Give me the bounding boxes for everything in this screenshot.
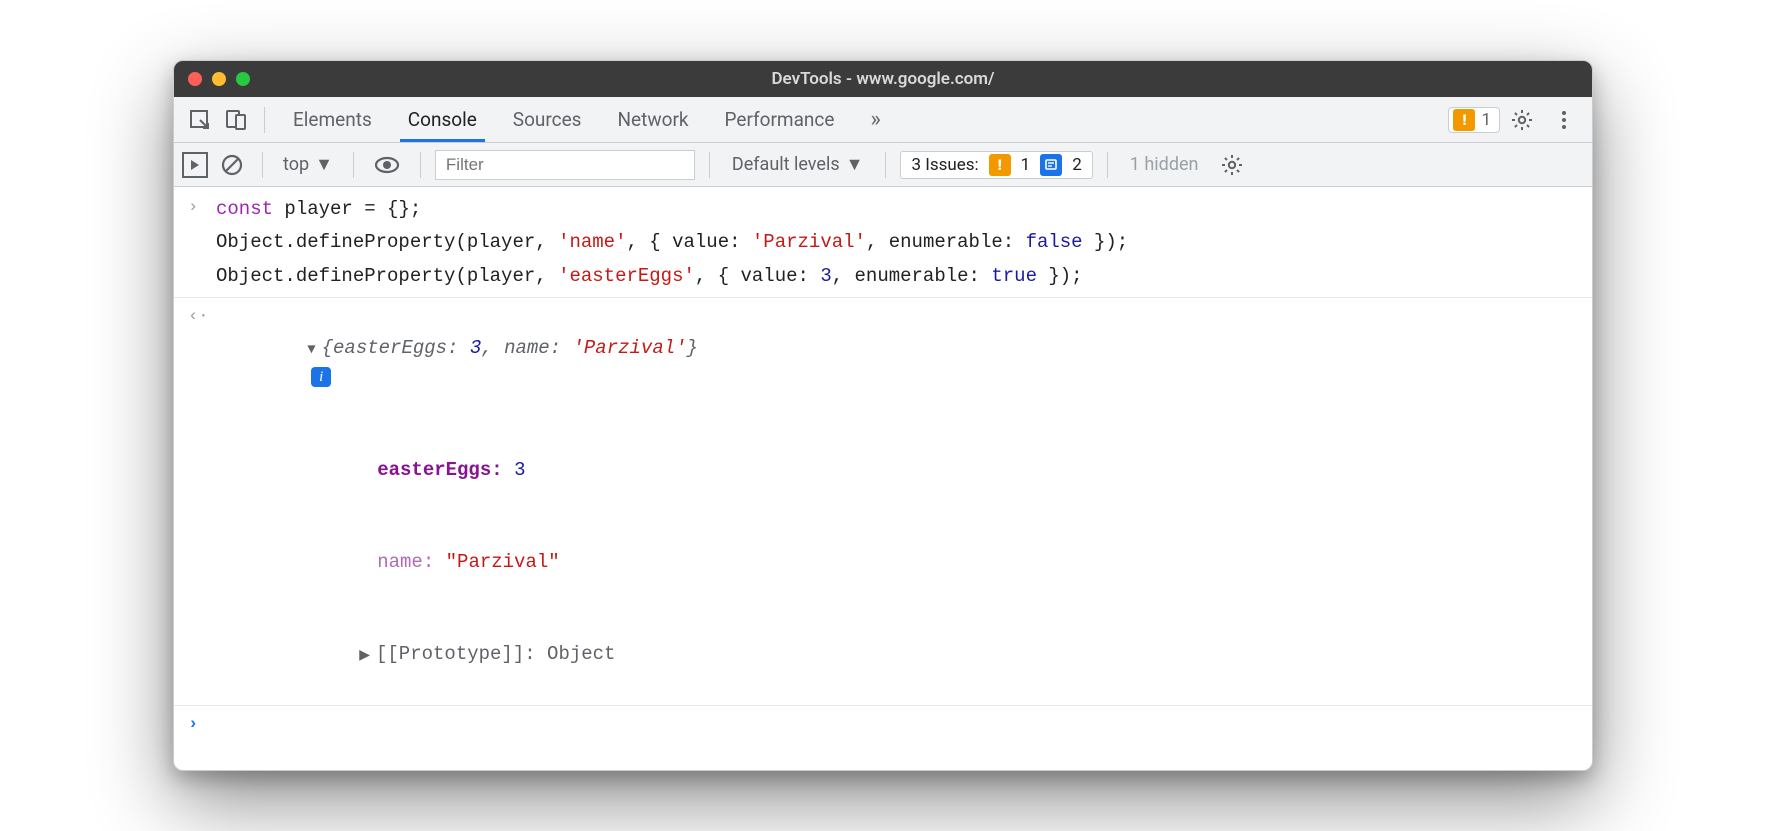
issues-warn-count: 1 — [1021, 155, 1031, 175]
device-toggle-icon[interactable] — [218, 108, 254, 132]
tabs: Elements Console Sources Network Perform… — [275, 97, 899, 142]
code-line-3: Object.defineProperty(player, 'easterEgg… — [216, 262, 1083, 291]
chevron-down-icon: ▼ — [846, 154, 864, 175]
log-levels-selector[interactable]: Default levels ▼ — [724, 154, 872, 175]
expand-triangle-icon[interactable]: ▶ — [359, 648, 370, 664]
object-property-row: name: "Parzival" — [174, 516, 1592, 608]
proto-label: [[Prototype]] — [376, 643, 524, 665]
console-toolbar: top ▼ Default levels ▼ 3 Issues: ! 1 2 1… — [174, 143, 1592, 187]
kebab-menu-icon[interactable] — [1544, 108, 1584, 132]
warning-icon: ! — [1453, 109, 1475, 131]
tab-console[interactable]: Console — [390, 97, 495, 142]
issues-info-count: 2 — [1072, 155, 1082, 175]
prop-key: name — [377, 551, 423, 573]
issues-label: 3 Issues: — [911, 155, 978, 175]
close-window-button[interactable] — [188, 72, 202, 86]
warnings-count: 1 — [1481, 110, 1491, 130]
minimize-window-button[interactable] — [212, 72, 226, 86]
info-icon — [1040, 154, 1062, 176]
console-input-row: Object.defineProperty(player, 'easterEgg… — [174, 260, 1592, 293]
main-tabbar: Elements Console Sources Network Perform… — [174, 97, 1592, 143]
collapse-triangle-icon[interactable]: ▼ — [307, 342, 315, 358]
divider — [264, 107, 265, 133]
output-indicator-icon: ‹· — [188, 304, 216, 422]
code-line-2: Object.defineProperty(player, 'name', { … — [216, 228, 1128, 257]
devtools-window: DevTools - www.google.com/ Elements Cons… — [173, 60, 1593, 771]
code-line-1: const player = {}; — [216, 195, 421, 224]
traffic-lights — [174, 72, 250, 86]
prop-value: "Parzival" — [446, 551, 560, 573]
warning-icon: ! — [989, 154, 1011, 176]
context-selector[interactable]: top ▼ — [277, 154, 339, 175]
prop-key: easterEggs — [377, 459, 491, 481]
maximize-window-button[interactable] — [236, 72, 250, 86]
settings-gear-icon[interactable] — [1500, 108, 1544, 132]
warnings-indicator[interactable]: ! 1 — [1448, 107, 1500, 133]
tab-network[interactable]: Network — [599, 97, 706, 142]
tab-performance[interactable]: Performance — [707, 97, 853, 142]
object-prototype-row[interactable]: ▶[[Prototype]]: Object — [174, 609, 1592, 701]
inspect-icon[interactable] — [182, 108, 218, 132]
tab-elements[interactable]: Elements — [275, 97, 390, 142]
object-info-icon[interactable]: i — [311, 367, 331, 387]
console-input-row: Object.defineProperty(player, 'name', { … — [174, 226, 1592, 259]
window-title: DevTools - www.google.com/ — [174, 69, 1592, 89]
console-result-row[interactable]: ‹· ▼{easterEggs: 3, name: 'Parzival'} i — [174, 297, 1592, 424]
titlebar: DevTools - www.google.com/ — [174, 61, 1592, 97]
console-input-row: › const player = {}; — [174, 193, 1592, 226]
object-property-row: easterEggs: 3 — [174, 424, 1592, 516]
proto-value: Object — [547, 643, 615, 665]
console-settings-gear-icon[interactable] — [1214, 153, 1250, 177]
filter-input[interactable] — [435, 150, 695, 180]
issues-indicator[interactable]: 3 Issues: ! 1 2 — [900, 151, 1092, 179]
live-expression-icon[interactable] — [368, 155, 406, 175]
result-preview: ▼{easterEggs: 3, name: 'Parzival'} i — [216, 304, 698, 422]
context-label: top — [283, 154, 309, 175]
chevron-down-icon: ▼ — [315, 154, 333, 175]
tabs-overflow[interactable]: » — [852, 97, 898, 142]
console-output: › const player = {}; Object.defineProper… — [174, 187, 1592, 770]
input-prompt-icon: › — [188, 712, 216, 738]
log-levels-label: Default levels — [732, 154, 840, 175]
console-prompt-row[interactable]: › — [174, 705, 1592, 740]
input-prompt-icon: › — [188, 195, 216, 224]
clear-console-icon[interactable] — [216, 153, 248, 177]
prop-value: 3 — [514, 459, 525, 481]
tab-sources[interactable]: Sources — [495, 97, 600, 142]
toggle-sidebar-icon[interactable] — [182, 152, 208, 178]
hidden-messages-label: 1 hidden — [1122, 154, 1207, 175]
